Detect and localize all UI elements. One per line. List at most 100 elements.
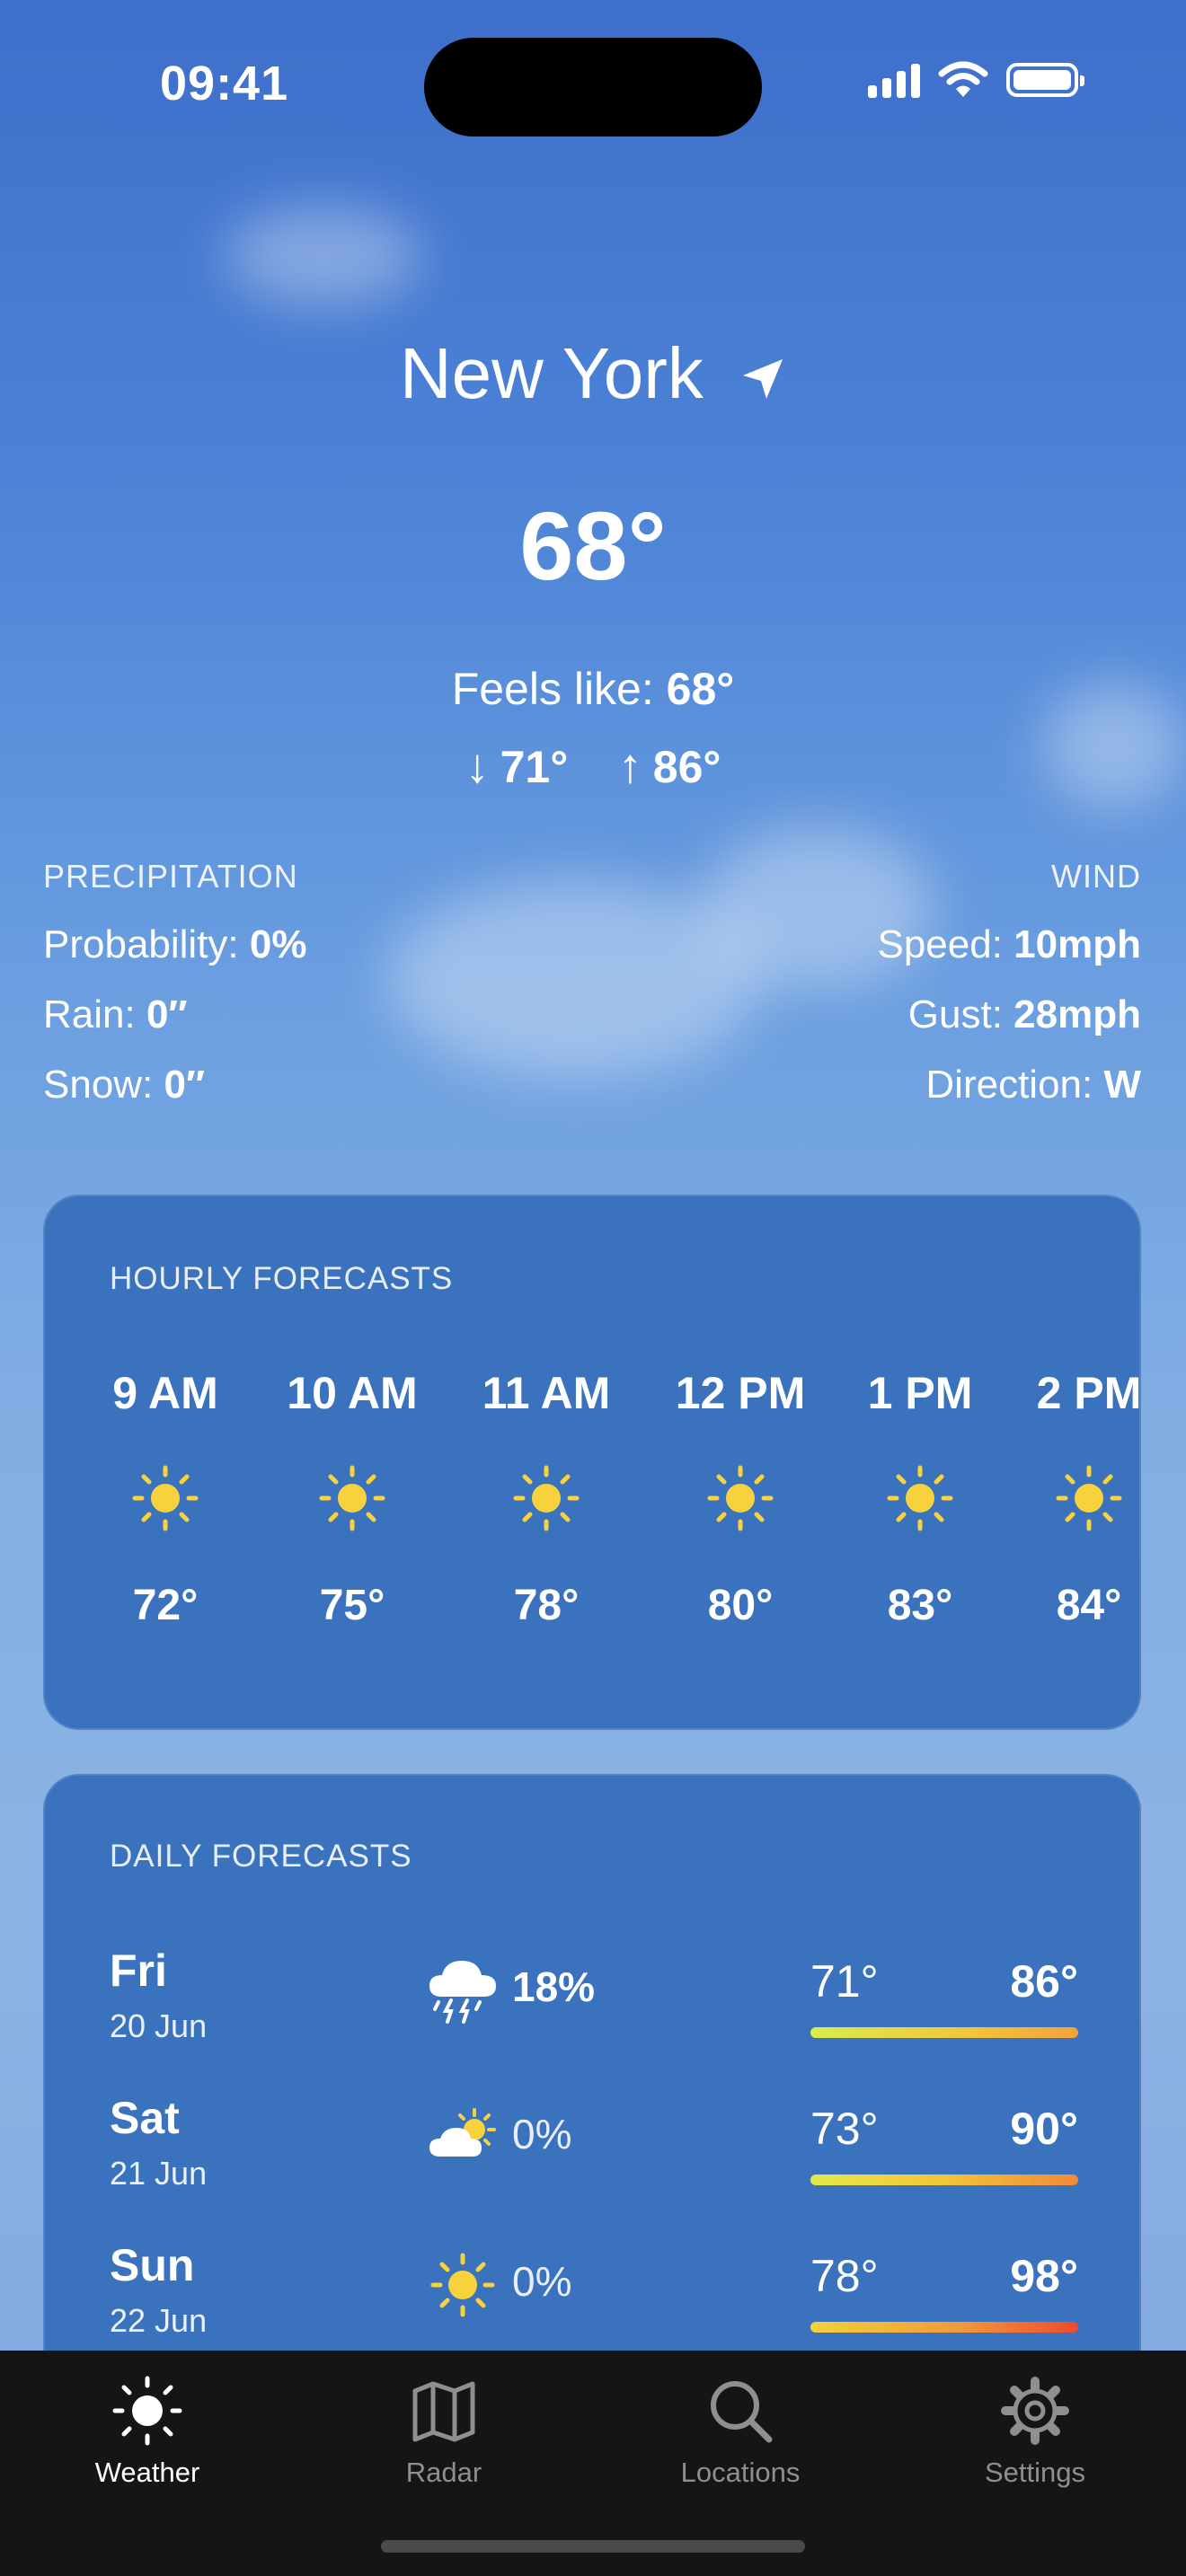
location-header[interactable]: New York	[0, 332, 1186, 415]
gear-icon	[1001, 2377, 1069, 2445]
tab-radar[interactable]: Radar	[336, 2370, 552, 2489]
tab-label: Settings	[984, 2457, 1085, 2488]
city-name: New York	[399, 333, 704, 413]
hour-temperature: 78°	[513, 1582, 580, 1629]
hour-label: 10 AM	[287, 1368, 418, 1418]
speed-value: 10mph	[1013, 922, 1141, 966]
arrow-down-icon: ↓	[465, 739, 490, 793]
snow-value: 0″	[164, 1063, 206, 1107]
hour-label: 11 AM	[482, 1368, 611, 1418]
wind-gust: Gust: 28mph	[877, 994, 1141, 1036]
hourly-item: 10 AM 75°	[262, 1367, 442, 1630]
precipitation-chance: 18%	[512, 1963, 596, 2010]
tab-label: Radar	[405, 2457, 482, 2488]
search-icon	[711, 2381, 773, 2443]
high-temperature: 86°	[652, 742, 721, 792]
hour-label: 12 PM	[675, 1368, 806, 1418]
wind-section: WIND Speed: 10mph Gust: 28mph Direction:…	[877, 858, 1141, 1106]
low-high-temperature: ↓ 71° ↑ 86°	[0, 738, 1186, 794]
temperature-range-bar	[810, 2175, 1078, 2185]
precipitation-probability: Probability: 0%	[43, 924, 307, 966]
tab-weather[interactable]: Weather	[40, 2370, 255, 2489]
hour-temperature: 75°	[319, 1582, 385, 1629]
daily-high: 90°	[1010, 2104, 1078, 2154]
thunderstorm-icon	[429, 1961, 496, 2024]
precipitation-snow: Snow: 0″	[43, 1064, 307, 1106]
sun-icon	[707, 1465, 774, 1531]
status-icons	[868, 61, 1084, 99]
wifi-icon	[938, 61, 988, 97]
tab-label: Locations	[680, 2457, 801, 2488]
daily-high: 98°	[1010, 2251, 1078, 2301]
wind-speed: Speed: 10mph	[877, 924, 1141, 966]
sun-icon	[513, 1465, 580, 1531]
day-date: 21 Jun	[110, 2155, 208, 2192]
daily-high: 86°	[1010, 1956, 1078, 2007]
sun-icon	[887, 1465, 953, 1531]
cellular-signal-icon	[868, 62, 920, 98]
hourly-item: 12 PM 80°	[651, 1367, 830, 1630]
map-icon	[412, 2381, 475, 2442]
day-name: Fri	[110, 1945, 167, 1996]
daily-row[interactable]: Fri 20 Jun 18% 71° 86°	[45, 1945, 1139, 2088]
speed-label: Speed:	[877, 922, 1003, 966]
current-temperature: 68°	[519, 491, 667, 600]
precipitation-chance: 0%	[512, 2111, 572, 2157]
sun-icon	[319, 1465, 385, 1531]
daily-forecast-title: DAILY FORECASTS	[110, 1839, 412, 1874]
dynamic-island	[424, 38, 762, 137]
feels-like: Feels like: 68°	[0, 663, 1186, 715]
direction-value: W	[1103, 1063, 1141, 1107]
daily-low: 78°	[810, 2251, 879, 2301]
precipitation-section: PRECIPITATION Probability: 0% Rain: 0″ S…	[43, 858, 307, 1106]
hour-temperature: 80°	[707, 1582, 774, 1629]
daily-low: 71°	[810, 1956, 879, 2007]
rain-label: Rain:	[43, 992, 136, 1037]
sun-icon	[112, 2376, 182, 2446]
sun-icon	[430, 2253, 495, 2317]
partly-cloudy-icon	[429, 2108, 496, 2157]
hour-temperature: 83°	[887, 1582, 953, 1629]
day-date: 20 Jun	[110, 2007, 208, 2044]
hourly-forecast-title: HOURLY FORECASTS	[110, 1261, 454, 1296]
tab-locations[interactable]: Locations	[633, 2370, 848, 2489]
hourly-item: 9 AM 72°	[75, 1367, 255, 1630]
precipitation-title: PRECIPITATION	[43, 858, 298, 895]
location-arrow-icon	[743, 358, 783, 399]
probability-value: 0%	[249, 922, 307, 966]
temperature-range-bar	[810, 2322, 1078, 2333]
arrow-up-icon: ↑	[617, 739, 642, 793]
battery-icon	[1006, 63, 1084, 97]
gust-label: Gust:	[907, 992, 1003, 1037]
hour-temperature: 84°	[1056, 1582, 1122, 1629]
precipitation-rain: Rain: 0″	[43, 994, 307, 1036]
feels-like-value: 68°	[666, 664, 735, 714]
hour-label: 2 PM	[1036, 1368, 1141, 1418]
hour-label: 9 AM	[112, 1368, 218, 1418]
hourly-item: 11 AM 78°	[456, 1367, 636, 1630]
day-name: Sat	[110, 2093, 180, 2143]
daily-forecast-card[interactable]: DAILY FORECASTS Fri 20 Jun 18% 71° 86° S…	[43, 1774, 1141, 2439]
sun-icon	[132, 1465, 199, 1531]
feels-like-label: Feels like:	[451, 664, 654, 714]
hourly-item: 2 PM 84°	[999, 1367, 1141, 1630]
temperature-range-bar	[810, 2027, 1078, 2038]
tab-settings[interactable]: Settings	[927, 2370, 1143, 2489]
sun-icon	[1056, 1465, 1122, 1531]
cloud-decoration	[225, 207, 422, 305]
status-time: 09:41	[160, 57, 289, 110]
direction-label: Direction:	[925, 1063, 1093, 1107]
hourly-forecast-card[interactable]: HOURLY FORECASTS 9 AM 72° 10 AM 75° 11 A…	[43, 1195, 1141, 1730]
low-temperature: 71°	[500, 742, 569, 792]
rain-value: 0″	[146, 992, 188, 1037]
daily-row[interactable]: Sat 21 Jun 0% 73° 90°	[45, 2092, 1139, 2236]
precipitation-chance: 0%	[512, 2258, 572, 2305]
day-name: Sun	[110, 2240, 195, 2290]
gust-value: 28mph	[1013, 992, 1141, 1037]
tab-label: Weather	[94, 2457, 200, 2488]
home-indicator[interactable]	[381, 2540, 805, 2553]
hour-temperature: 72°	[132, 1582, 199, 1629]
wind-direction: Direction: W	[877, 1064, 1141, 1106]
status-bar: 09:41	[0, 0, 1186, 153]
daily-low: 73°	[810, 2104, 879, 2154]
